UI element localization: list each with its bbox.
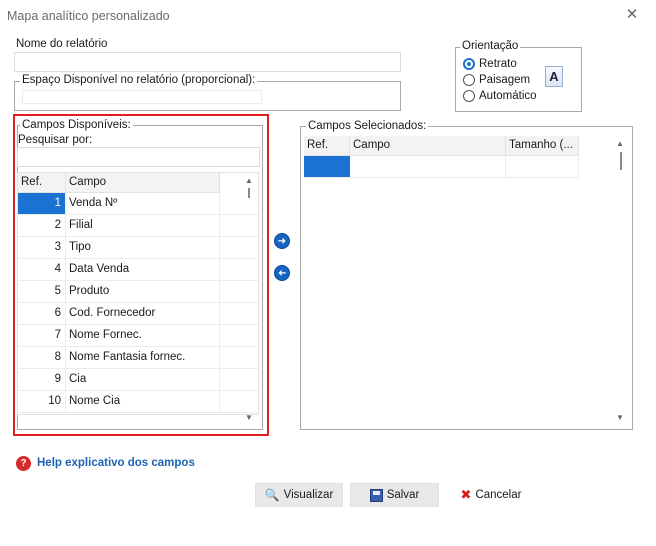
- table-row[interactable]: 6 Cod. Fornecedor: [18, 303, 258, 325]
- column-campo[interactable]: Campo: [66, 173, 220, 192]
- row-campo: Filial: [66, 215, 220, 236]
- column-tamanho[interactable]: Tamanho (...: [506, 136, 579, 155]
- orientation-auto-label: Automático: [479, 90, 537, 102]
- radio-auto-icon[interactable]: [463, 90, 475, 102]
- help-icon[interactable]: ?: [16, 456, 31, 471]
- radio-portrait-icon[interactable]: [463, 58, 475, 70]
- row-ref: 7: [18, 325, 66, 346]
- preview-button[interactable]: 🔍 Visualizar: [255, 483, 343, 507]
- cancel-button-label: Cancelar: [475, 489, 522, 501]
- available-fields-grid: Ref. Campo 1 Venda Nº 2 Filial 3 Tipo 4 Data…: [17, 172, 259, 415]
- row-campo: Cia: [66, 369, 220, 390]
- selected-fields-header: Ref. Campo Tamanho (...: [304, 136, 579, 156]
- row-campo: [350, 156, 506, 177]
- arrow-left-icon: ➜: [277, 268, 287, 279]
- table-row[interactable]: 9 Cia: [18, 369, 258, 391]
- window-title: Mapa analítico personalizado: [7, 9, 170, 23]
- row-ref: 6: [18, 303, 66, 324]
- table-row[interactable]: 4 Data Venda: [18, 259, 258, 281]
- scrollbar-thumb[interactable]: [620, 152, 622, 170]
- table-row[interactable]: 3 Tipo: [18, 237, 258, 259]
- row-ref: [304, 156, 350, 177]
- floppy-icon: [369, 488, 383, 502]
- row-ref: 9: [18, 369, 66, 390]
- table-row[interactable]: 5 Produto: [18, 281, 258, 303]
- available-space-field: [22, 90, 262, 104]
- orientation-legend: Orientação: [460, 40, 521, 52]
- scrollbar-thumb[interactable]: [248, 188, 250, 198]
- row-ref: 1: [18, 193, 66, 214]
- remove-field-button[interactable]: ➜: [274, 265, 290, 281]
- available-fields-legend: Campos Disponíveis:: [20, 119, 133, 131]
- save-button-label: Salvar: [386, 489, 420, 501]
- page-orientation-icon: A: [545, 66, 563, 87]
- orientation-landscape[interactable]: Paisagem: [463, 74, 530, 86]
- row-campo: Nome Fantasia fornec.: [66, 347, 220, 368]
- save-button[interactable]: Salvar: [350, 483, 439, 507]
- report-name-input[interactable]: [14, 52, 401, 72]
- close-icon[interactable]: ✕: [623, 6, 641, 24]
- table-row[interactable]: [304, 156, 579, 178]
- table-row[interactable]: 1 Venda Nº: [18, 193, 258, 215]
- row-ref: 10: [18, 391, 66, 412]
- row-ref: 3: [18, 237, 66, 258]
- row-ref: 8: [18, 347, 66, 368]
- row-ref: 5: [18, 281, 66, 302]
- report-name-label: Nome do relatório: [16, 38, 108, 50]
- column-ref[interactable]: Ref.: [304, 136, 350, 155]
- cancel-button[interactable]: ✖ Cancelar: [447, 483, 535, 507]
- page-orientation-letter: A: [549, 69, 559, 84]
- row-campo: Venda Nº: [66, 193, 220, 214]
- scroll-up-icon[interactable]: ▲: [244, 176, 254, 186]
- table-row[interactable]: 7 Nome Fornec.: [18, 325, 258, 347]
- scroll-down-icon[interactable]: ▼: [615, 413, 625, 423]
- column-ref[interactable]: Ref.: [18, 173, 66, 192]
- row-campo: Tipo: [66, 237, 220, 258]
- table-row[interactable]: 8 Nome Fantasia fornec.: [18, 347, 258, 369]
- orientation-auto[interactable]: Automático: [463, 90, 537, 102]
- scroll-down-icon[interactable]: ▼: [244, 413, 254, 423]
- available-space-legend: Espaço Disponível no relatório (proporci…: [20, 74, 258, 86]
- row-ref: 2: [18, 215, 66, 236]
- available-fields-header: Ref. Campo: [18, 173, 220, 193]
- row-ref: 4: [18, 259, 66, 280]
- orientation-portrait-label: Retrato: [479, 58, 517, 70]
- row-campo: Data Venda: [66, 259, 220, 280]
- orientation-landscape-label: Paisagem: [479, 74, 531, 86]
- radio-landscape-icon[interactable]: [463, 74, 475, 86]
- orientation-portrait[interactable]: Retrato: [463, 58, 517, 70]
- table-row[interactable]: 10 Nome Cia: [18, 391, 258, 413]
- row-campo: Nome Cia: [66, 391, 220, 412]
- search-input[interactable]: [17, 147, 260, 167]
- selected-fields-grid: Ref. Campo Tamanho (...: [304, 136, 579, 180]
- available-fields-rows: 1 Venda Nº 2 Filial 3 Tipo 4 Data Venda 5 Pro…: [18, 193, 258, 413]
- preview-button-label: Visualizar: [283, 489, 334, 501]
- help-link[interactable]: Help explicativo dos campos: [37, 457, 195, 469]
- scroll-up-icon[interactable]: ▲: [615, 139, 625, 149]
- column-campo[interactable]: Campo: [350, 136, 506, 155]
- magnifier-icon: 🔍: [264, 488, 280, 502]
- row-campo: Cod. Fornecedor: [66, 303, 220, 324]
- selected-fields-legend: Campos Selecionados:: [306, 120, 429, 132]
- arrow-right-icon: ➜: [277, 236, 287, 247]
- cancel-x-icon: ✖: [460, 487, 472, 502]
- row-tamanho: [506, 156, 579, 177]
- row-campo: Produto: [66, 281, 220, 302]
- row-campo: Nome Fornec.: [66, 325, 220, 346]
- add-field-button[interactable]: ➜: [274, 233, 290, 249]
- search-label: Pesquisar por:: [18, 134, 93, 146]
- table-row[interactable]: 2 Filial: [18, 215, 258, 237]
